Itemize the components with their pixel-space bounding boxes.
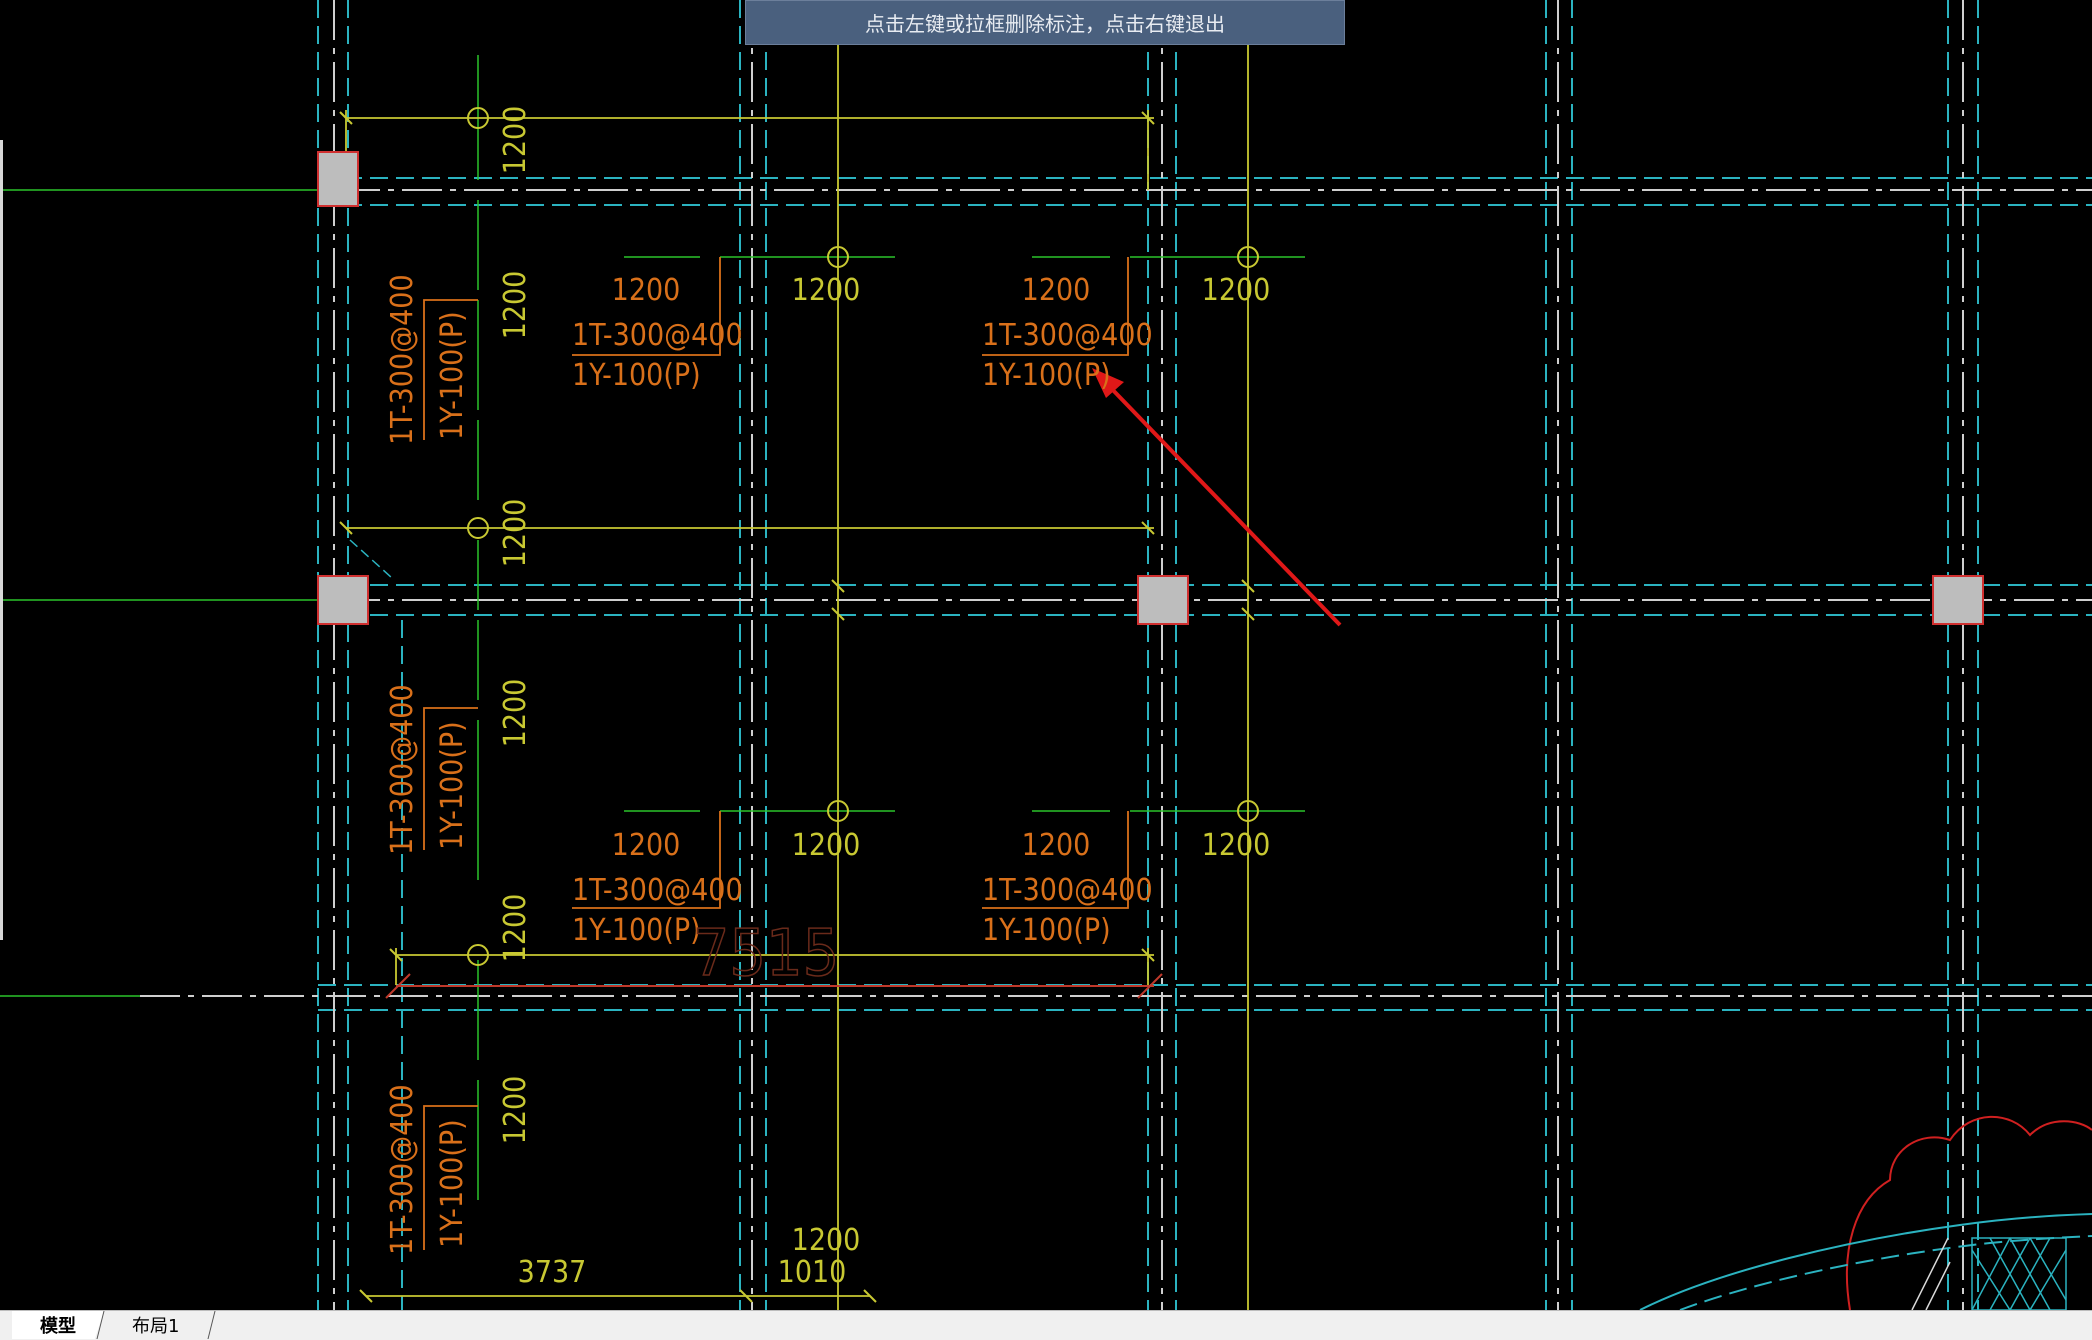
rebar-top-label: 1T-300@400 — [982, 318, 1153, 353]
dim-label: 1200 — [1202, 828, 1271, 863]
rebar-top-label: 1T-300@400 — [982, 873, 1153, 908]
rebar-top-label: 1T-300@400 — [572, 873, 743, 908]
dim-label: 1200 — [498, 1076, 533, 1145]
tab-model-label: 模型 — [40, 1316, 76, 1337]
rebar-top-label-vertical: 1T-300@400 — [385, 1084, 420, 1255]
dim-label: 1200 — [498, 499, 533, 568]
tab-layout1[interactable]: 布局1 — [96, 1311, 216, 1339]
dim-label: 1200 — [498, 679, 533, 748]
rebar-bottom-label-vertical: 1Y-100(P) — [435, 1119, 470, 1248]
rebar-bottom-label: 1Y-100(P) — [982, 358, 1111, 393]
dim-label: 1200 — [1202, 273, 1271, 308]
drawing-canvas[interactable]: 1200 1200 1200 1200 1200 1200 1200 1200 … — [0, 0, 2092, 1310]
dim-label: 1200 — [1022, 273, 1091, 308]
bottom-dim-2: 1010 — [778, 1255, 847, 1290]
dim-label: 1200 — [498, 271, 533, 340]
dim-label: 1200 — [792, 1223, 861, 1258]
command-prompt: 点击左键或拉框删除标注，点击右键退出 — [745, 0, 1345, 45]
rebar-bottom-label-vertical: 1Y-100(P) — [435, 311, 470, 440]
command-prompt-text: 点击左键或拉框删除标注，点击右键退出 — [865, 12, 1225, 36]
tab-model[interactable]: 模型 — [12, 1311, 104, 1339]
rebar-bottom-label: 1Y-100(P) — [982, 913, 1111, 948]
left-panel-edge — [0, 140, 3, 940]
rebar-bottom-label: 1Y-100(P) — [572, 913, 701, 948]
layout-tab-bar: 模型 布局1 — [0, 1310, 2092, 1340]
dim-label: 1200 — [612, 273, 681, 308]
span-label: 7515 — [693, 917, 840, 991]
dim-label: 1200 — [792, 273, 861, 308]
tab-layout1-label: 布局1 — [132, 1316, 180, 1337]
bottom-dim-1: 3737 — [518, 1255, 587, 1290]
rebar-top-label-vertical: 1T-300@400 — [385, 684, 420, 855]
dim-label: 1200 — [498, 894, 533, 963]
dim-label: 1200 — [792, 828, 861, 863]
dim-label: 1200 — [612, 828, 681, 863]
dim-label: 1200 — [1022, 828, 1091, 863]
dim-label: 1200 — [498, 106, 533, 175]
rebar-bottom-label: 1Y-100(P) — [572, 358, 701, 393]
rebar-bottom-label-vertical: 1Y-100(P) — [435, 721, 470, 850]
rebar-top-label-vertical: 1T-300@400 — [385, 274, 420, 445]
rebar-top-label: 1T-300@400 — [572, 318, 743, 353]
